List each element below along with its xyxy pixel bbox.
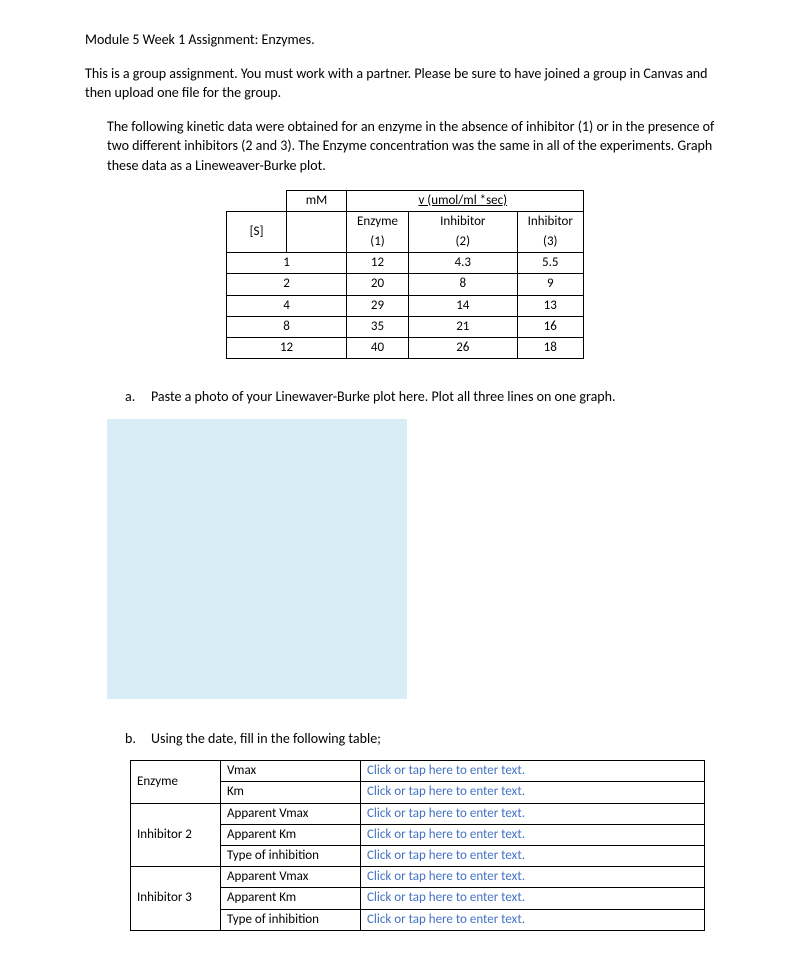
param-label: Apparent Km bbox=[221, 824, 361, 845]
table-cell: 40 bbox=[347, 337, 409, 358]
table-cell: 4 bbox=[227, 295, 347, 316]
table-row: 22089 bbox=[227, 274, 584, 295]
table-row: 8352116 bbox=[227, 316, 584, 337]
col-inh2-bot: (2) bbox=[408, 232, 517, 253]
param-label: Apparent Vmax bbox=[221, 867, 361, 888]
question-a-text: Paste a photo of your Linewaver-Burke pl… bbox=[151, 387, 616, 407]
header-v: v (umol/ml *sec) bbox=[408, 190, 517, 211]
table-cell: 29 bbox=[347, 295, 409, 316]
table-cell: 5.5 bbox=[517, 253, 583, 274]
table-cell: 21 bbox=[408, 316, 517, 337]
table-cell: 13 bbox=[517, 295, 583, 316]
group-label: Inhibitor 2 bbox=[131, 803, 221, 867]
table-cell: 12 bbox=[227, 337, 347, 358]
col-enzyme-top: Enzyme bbox=[347, 211, 409, 232]
answer-input[interactable]: Click or tap here to enter text. bbox=[361, 909, 705, 930]
table-row: 12402618 bbox=[227, 337, 584, 358]
col-enzyme-bot: (1) bbox=[347, 232, 409, 253]
answer-input[interactable]: Click or tap here to enter text. bbox=[361, 846, 705, 867]
header-mm: mM bbox=[287, 190, 347, 211]
question-b-text: Using the date, fill in the following ta… bbox=[151, 729, 381, 749]
table-cell: 20 bbox=[347, 274, 409, 295]
table-cell: 26 bbox=[408, 337, 517, 358]
answer-input[interactable]: Click or tap here to enter text. bbox=[361, 867, 705, 888]
question-b-marker: b. bbox=[125, 729, 151, 749]
answer-input[interactable]: Click or tap here to enter text. bbox=[361, 824, 705, 845]
group-label: Inhibitor 3 bbox=[131, 867, 221, 931]
param-label: Apparent Km bbox=[221, 888, 361, 909]
table-cell: 4.3 bbox=[408, 253, 517, 274]
table-row: 1124.35.5 bbox=[227, 253, 584, 274]
table-cell: 2 bbox=[227, 274, 347, 295]
param-label: Apparent Vmax bbox=[221, 803, 361, 824]
col-inh2-top: Inhibitor bbox=[408, 211, 517, 232]
table-cell: 12 bbox=[347, 253, 409, 274]
group-label: Enzyme bbox=[131, 761, 221, 803]
table-cell: 9 bbox=[517, 274, 583, 295]
param-label: Type of inhibition bbox=[221, 909, 361, 930]
table-row: Inhibitor 3Apparent VmaxClick or tap her… bbox=[131, 867, 705, 888]
table-cell: 18 bbox=[517, 337, 583, 358]
table-cell: 8 bbox=[408, 274, 517, 295]
table-cell: 35 bbox=[347, 316, 409, 337]
intro-paragraph: This is a group assignment. You must wor… bbox=[85, 64, 725, 103]
answer-input[interactable]: Click or tap here to enter text. bbox=[361, 888, 705, 909]
question-b: b. Using the date, fill in the following… bbox=[125, 729, 725, 749]
table-cell: 1 bbox=[227, 253, 347, 274]
table-cell: 16 bbox=[517, 316, 583, 337]
answer-table: EnzymeVmaxClick or tap here to enter tex… bbox=[130, 760, 705, 931]
col-inh3-top: Inhibitor bbox=[517, 211, 583, 232]
kinetic-data-table: mM v (umol/ml *sec) [S] Enzyme Inhibitor… bbox=[226, 190, 584, 360]
question-a-marker: a. bbox=[125, 387, 151, 407]
param-label: Km bbox=[221, 782, 361, 803]
table-row: 4291413 bbox=[227, 295, 584, 316]
answer-input[interactable]: Click or tap here to enter text. bbox=[361, 782, 705, 803]
col-s: [S] bbox=[227, 211, 287, 252]
col-inh3-bot: (3) bbox=[517, 232, 583, 253]
table-row: Inhibitor 2Apparent VmaxClick or tap her… bbox=[131, 803, 705, 824]
param-label: Vmax bbox=[221, 761, 361, 782]
answer-input[interactable]: Click or tap here to enter text. bbox=[361, 803, 705, 824]
assignment-title: Module 5 Week 1 Assignment: Enzymes. bbox=[85, 30, 725, 50]
graph-placeholder[interactable] bbox=[107, 419, 407, 699]
table-cell: 8 bbox=[227, 316, 347, 337]
answer-input[interactable]: Click or tap here to enter text. bbox=[361, 761, 705, 782]
table-cell: 14 bbox=[408, 295, 517, 316]
question-a: a. Paste a photo of your Linewaver-Burke… bbox=[125, 387, 725, 407]
param-label: Type of inhibition bbox=[221, 846, 361, 867]
table-row: EnzymeVmaxClick or tap here to enter tex… bbox=[131, 761, 705, 782]
description-paragraph: The following kinetic data were obtained… bbox=[107, 117, 725, 176]
